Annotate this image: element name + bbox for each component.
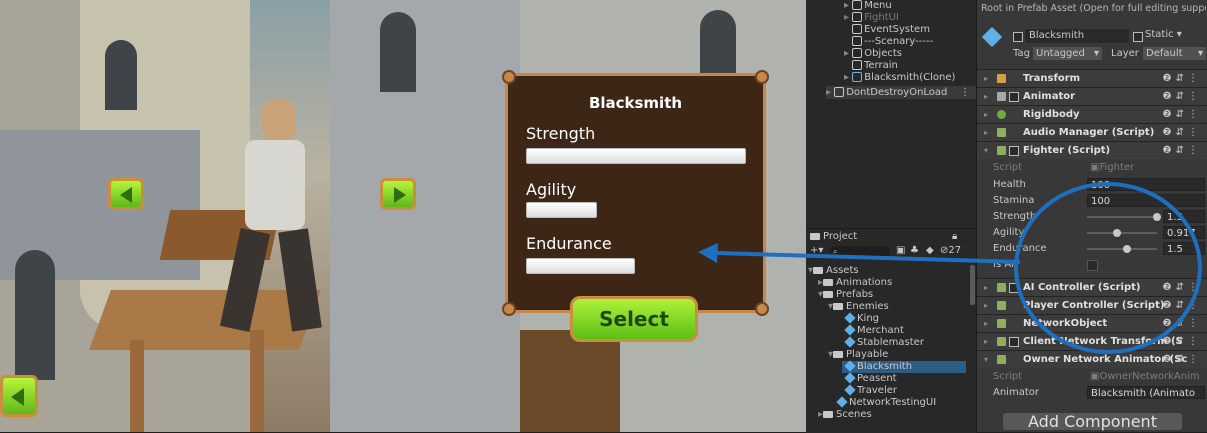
annotation-overlay [698, 182, 1202, 354]
annotation-arrow-line [714, 251, 1021, 264]
annotation-arrowhead-icon [698, 243, 718, 263]
annotation-circle [1014, 182, 1202, 354]
